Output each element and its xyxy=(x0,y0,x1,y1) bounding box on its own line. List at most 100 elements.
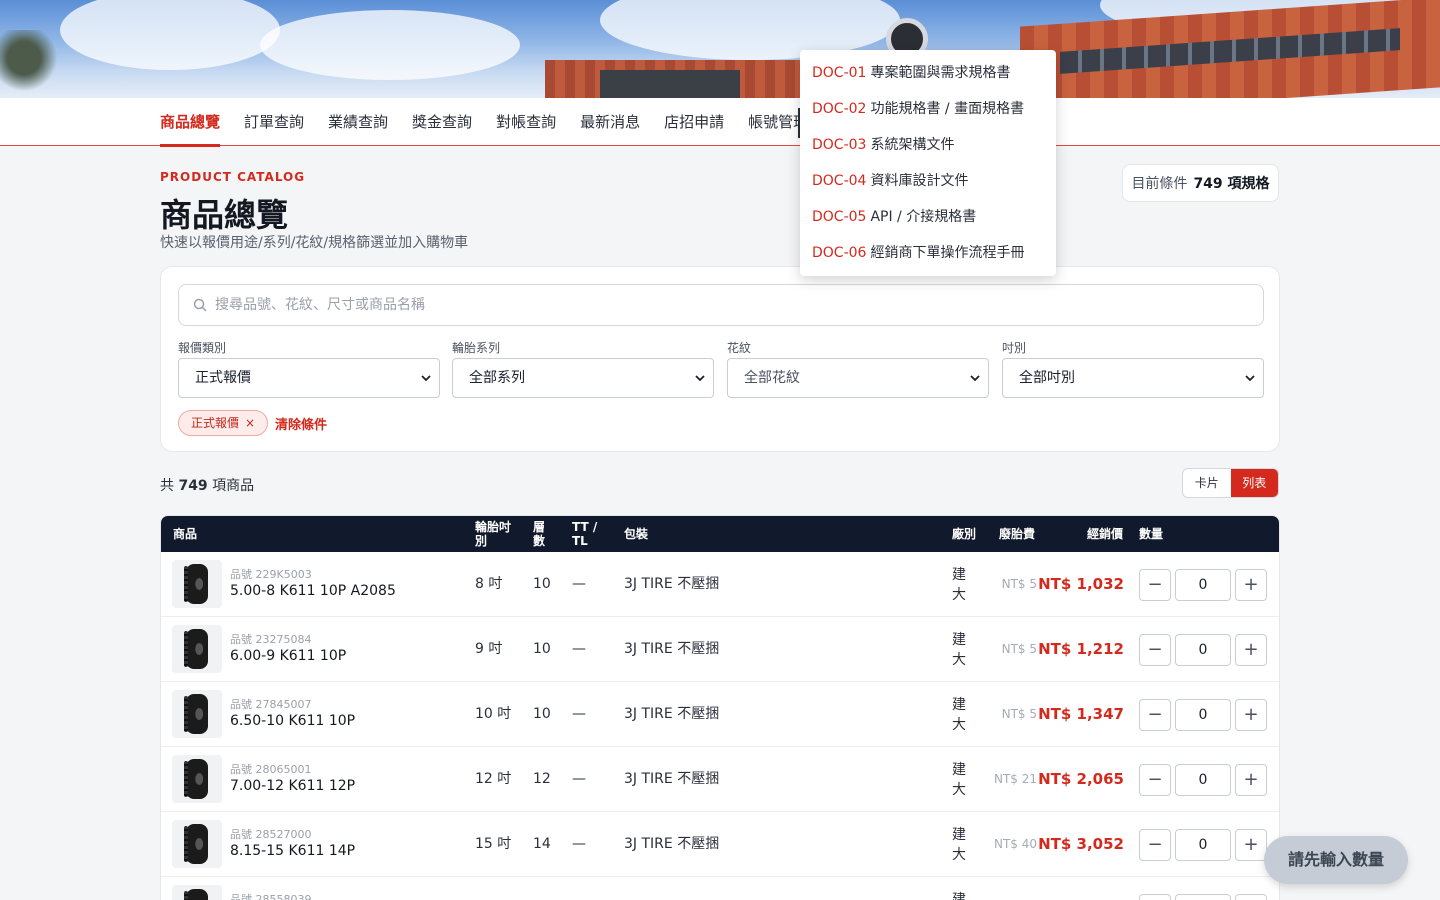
doc-menu-item[interactable]: DOC-02 功能規格書 / 畫面規格書 xyxy=(800,91,1056,127)
qty-input[interactable]: 0 xyxy=(1175,634,1231,666)
product-name[interactable]: 6.50-10 K611 10P xyxy=(230,713,355,729)
series-label: 輪胎系列 xyxy=(452,341,501,355)
ply-count: 10 xyxy=(533,576,551,592)
tt-tl: — xyxy=(572,641,586,657)
series-select[interactable]: 全部系列 xyxy=(452,358,714,398)
nav-item-signage[interactable]: 店招申請 xyxy=(664,98,724,146)
table-row: 品號 28558039 建 xyxy=(161,877,1279,900)
chevron-down-icon xyxy=(1245,375,1255,382)
condition-badge: 目前條件 749 項規格 xyxy=(1122,164,1279,202)
list-view-button[interactable]: 列表 xyxy=(1230,469,1278,497)
qty-input[interactable]: 0 xyxy=(1175,829,1231,861)
product-thumbnail[interactable] xyxy=(172,820,222,868)
view-toggle: 卡片 列表 xyxy=(1182,468,1279,498)
qty-minus-button[interactable]: − xyxy=(1139,699,1171,731)
qty-plus-button[interactable] xyxy=(1235,894,1267,900)
qty-input[interactable]: 0 xyxy=(1175,699,1231,731)
qty-input[interactable] xyxy=(1175,894,1231,900)
table-row: 品號 229K5003 5.00-8 K611 10P A2085 8 吋 10 — 3J… xyxy=(161,552,1279,617)
product-thumbnail[interactable] xyxy=(172,690,222,738)
col-factory: 廠別 xyxy=(952,527,977,541)
qty-plus-button[interactable]: + xyxy=(1235,764,1267,796)
qty-minus-button[interactable]: − xyxy=(1139,569,1171,601)
qty-plus-button[interactable]: + xyxy=(1235,569,1267,601)
quote-type-select[interactable]: 正式報價 xyxy=(178,358,440,398)
tire-image xyxy=(184,824,208,864)
part-number: 品號 28558039 xyxy=(230,893,312,900)
product-name[interactable]: 7.00-12 K611 12P xyxy=(230,778,355,794)
add-to-cart-button[interactable]: 請先輸入數量 xyxy=(1264,836,1408,884)
col-package: 包裝 xyxy=(624,527,649,541)
part-number: 品號 229K5003 xyxy=(230,568,312,581)
part-number: 品號 23275084 xyxy=(230,633,312,646)
nav-item-statement[interactable]: 對帳查詢 xyxy=(496,98,556,146)
tire-inch: 8 吋 xyxy=(475,576,503,592)
qty-minus-button[interactable]: − xyxy=(1139,829,1171,861)
qty-plus-button[interactable]: + xyxy=(1235,634,1267,666)
size-select[interactable]: 全部吋別 xyxy=(1002,358,1264,398)
search-input[interactable] xyxy=(215,285,1245,325)
nav-item-news[interactable]: 最新消息 xyxy=(580,98,640,146)
dealer-price: NT$ 1,212 xyxy=(1038,640,1124,658)
doc-menu-item[interactable]: DOC-05 API / 介接規格書 xyxy=(800,199,1056,235)
table-row: 品號 27845007 6.50-10 K611 10P 10 吋 10 — 3J TIR… xyxy=(161,682,1279,747)
page-title: 商品總覽 xyxy=(160,196,289,234)
qty-minus-button[interactable]: − xyxy=(1139,764,1171,796)
product-name[interactable]: 5.00-8 K611 10P A2085 xyxy=(230,583,396,599)
package: 3J TIRE 不壓捆 xyxy=(624,706,720,722)
product-thumbnail[interactable] xyxy=(172,755,222,803)
clear-filters-link[interactable]: 清除條件 xyxy=(275,414,327,433)
card-view-button[interactable]: 卡片 xyxy=(1183,469,1231,497)
pattern-label: 花紋 xyxy=(727,341,752,355)
product-thumbnail[interactable] xyxy=(172,885,222,900)
active-filter-chip[interactable]: 正式報價 × xyxy=(178,410,269,436)
quote-type-label: 報價類別 xyxy=(178,341,227,355)
package: 3J TIRE 不壓捆 xyxy=(624,576,720,592)
factory: 建大 xyxy=(952,567,966,603)
nav-item-bonus[interactable]: 獎金查詢 xyxy=(412,98,472,146)
qty-input[interactable]: 0 xyxy=(1175,764,1231,796)
nav-item-products[interactable]: 商品總覽 xyxy=(160,98,221,147)
close-icon[interactable]: × xyxy=(245,416,255,430)
tire-image xyxy=(184,564,208,604)
product-thumbnail[interactable] xyxy=(172,625,222,673)
qty-plus-button[interactable]: + xyxy=(1235,829,1267,861)
factory: 建大 xyxy=(952,762,966,798)
product-name[interactable]: 8.15-15 K611 14P xyxy=(230,843,355,859)
chevron-down-icon xyxy=(970,375,980,382)
chevron-down-icon xyxy=(421,375,431,382)
tire-image xyxy=(184,694,208,734)
package: 3J TIRE 不壓捆 xyxy=(624,836,720,852)
dealer-price: NT$ 1,347 xyxy=(1038,705,1124,723)
doc-menu-item[interactable]: DOC-01 專案範圍與需求規格書 xyxy=(800,55,1056,91)
dealer-price: NT$ 2,065 xyxy=(1038,770,1124,788)
ply-count: 12 xyxy=(533,771,551,787)
dealer-price: NT$ 1,032 xyxy=(1038,575,1124,593)
product-thumbnail[interactable] xyxy=(172,560,222,608)
search-icon xyxy=(193,298,207,312)
factory: 建 xyxy=(952,892,966,900)
part-number: 品號 28527000 xyxy=(230,828,312,841)
tire-image xyxy=(184,629,208,669)
pattern-select[interactable]: 全部花紋 xyxy=(727,358,989,398)
ply-count: 10 xyxy=(533,641,551,657)
qty-minus-button[interactable]: − xyxy=(1139,634,1171,666)
search-box xyxy=(178,284,1264,326)
tire-image xyxy=(184,889,208,900)
col-ply: 層數 xyxy=(533,520,546,548)
nav-item-performance[interactable]: 業績查詢 xyxy=(328,98,388,146)
hero-banner xyxy=(0,0,1440,98)
nav-item-orders[interactable]: 訂單查詢 xyxy=(244,98,304,146)
qty-input[interactable]: 0 xyxy=(1175,569,1231,601)
tt-tl: — xyxy=(572,576,586,592)
dealer-price xyxy=(1024,877,1124,900)
doc-menu-item[interactable]: DOC-04 資料庫設計文件 xyxy=(800,163,1056,199)
col-price: 經銷價 xyxy=(1087,527,1124,541)
doc-menu-item[interactable]: DOC-06 經銷商下單操作流程手冊 xyxy=(800,235,1056,271)
qty-minus-button[interactable] xyxy=(1139,894,1171,900)
page-subtitle: 快速以報價用途/系列/花紋/規格篩選並加入購物車 xyxy=(160,235,469,251)
qty-plus-button[interactable]: + xyxy=(1235,699,1267,731)
col-product: 商品 xyxy=(173,527,198,541)
product-name[interactable]: 6.00-9 K611 10P xyxy=(230,648,346,664)
doc-menu-item[interactable]: DOC-03 系統架構文件 xyxy=(800,127,1056,163)
